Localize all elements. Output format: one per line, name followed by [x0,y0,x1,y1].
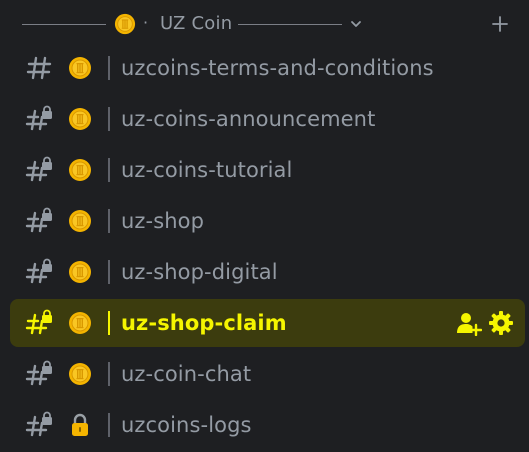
locked-text-channel-icon [25,156,52,182]
channel-item[interactable]: uz-shop-digital [10,248,525,296]
coin-emoji-icon [69,159,91,181]
invite-member-icon[interactable] [456,310,482,336]
name-separator-bar [108,107,110,131]
category-header[interactable]: · UZ Coin [0,0,529,48]
channel-name[interactable]: uz-shop-digital [121,258,278,286]
coin-emoji-icon [69,363,91,385]
chevron-down-icon[interactable] [349,17,363,31]
channel-actions [456,310,514,336]
coin-emoji-icon [114,13,136,35]
channel-name[interactable]: uz-coin-chat [121,360,251,388]
plus-icon[interactable] [490,14,510,34]
channel-name[interactable]: uz-shop-claim [121,309,287,337]
channel-item[interactable]: uz-coins-tutorial [10,146,525,194]
channel-item[interactable]: uz-shop [10,197,525,245]
locked-text-channel-icon [25,207,52,233]
channel-item[interactable]: uzcoins-terms-and-conditions [10,44,525,92]
channel-item[interactable]: uzcoins-logs [10,401,525,449]
category-name[interactable]: UZ Coin [160,12,232,36]
name-separator-bar [108,311,110,335]
locked-text-channel-icon [25,105,52,131]
locked-text-channel-icon [25,258,52,284]
coin-emoji-icon [69,108,91,130]
category-separator: · [143,13,149,32]
name-separator-bar [108,158,110,182]
coin-emoji-icon [69,261,91,283]
name-separator-bar [108,413,110,437]
channel-name[interactable]: uz-coins-tutorial [121,156,292,184]
name-separator-bar [108,56,110,80]
name-separator-bar [108,362,110,386]
locked-text-channel-icon [25,411,52,437]
channel-item[interactable]: uz-coin-chat [10,350,525,398]
name-separator-bar [108,209,110,233]
channel-item-selected[interactable]: uz-shop-claim [10,299,525,347]
channel-item[interactable]: uz-coins-announcement [10,95,525,143]
channel-name[interactable]: uz-shop [121,207,204,235]
channel-name[interactable]: uzcoins-terms-and-conditions [121,54,434,82]
name-separator-bar [108,260,110,284]
channel-name[interactable]: uz-coins-announcement [121,105,375,133]
coin-emoji-icon [69,57,91,79]
locked-text-channel-icon [25,360,52,386]
text-channel-icon [26,56,52,80]
divider-line [238,24,342,25]
coin-emoji-icon [69,210,91,232]
locked-text-channel-icon [25,309,52,335]
channel-name[interactable]: uzcoins-logs [121,411,252,439]
coin-emoji-icon [69,312,91,334]
gear-icon[interactable] [488,310,514,336]
divider-line [22,24,106,25]
lock-emoji-icon [72,413,88,436]
